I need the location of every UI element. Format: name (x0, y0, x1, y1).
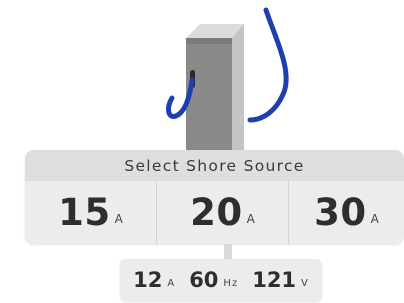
amperage-unit: A (246, 211, 255, 226)
frequency-readout: 60 Hz (189, 268, 238, 292)
frequency-unit: Hz (223, 278, 239, 289)
amperage-unit: A (114, 211, 123, 226)
current-readout: 12 A (133, 268, 175, 292)
amperage-option-15[interactable]: 15 A (25, 181, 157, 244)
shore-source-selector: Select Shore Source 15 A 20 A 30 A (25, 150, 404, 244)
amperage-value: 15 (58, 191, 111, 234)
amperage-value: 20 (190, 191, 243, 234)
voltage-value: 121 (252, 268, 297, 292)
voltage-readout: 121 V (252, 268, 309, 292)
amperage-unit: A (370, 211, 379, 226)
current-value: 12 (133, 268, 163, 292)
frequency-value: 60 (189, 268, 219, 292)
amperage-option-30[interactable]: 30 A (289, 181, 404, 244)
voltage-unit: V (301, 278, 309, 289)
amperage-options: 15 A 20 A 30 A (25, 181, 404, 244)
power-readout: 12 A 60 Hz 121 V (120, 259, 322, 301)
readout-connector (224, 244, 232, 260)
amperage-value: 30 (314, 191, 367, 234)
power-cable-icon (247, 7, 289, 123)
amperage-option-20[interactable]: 20 A (157, 181, 289, 244)
selector-title: Select Shore Source (25, 150, 404, 181)
current-unit: A (167, 278, 176, 289)
shore-power-pedestal-icon (186, 24, 244, 150)
